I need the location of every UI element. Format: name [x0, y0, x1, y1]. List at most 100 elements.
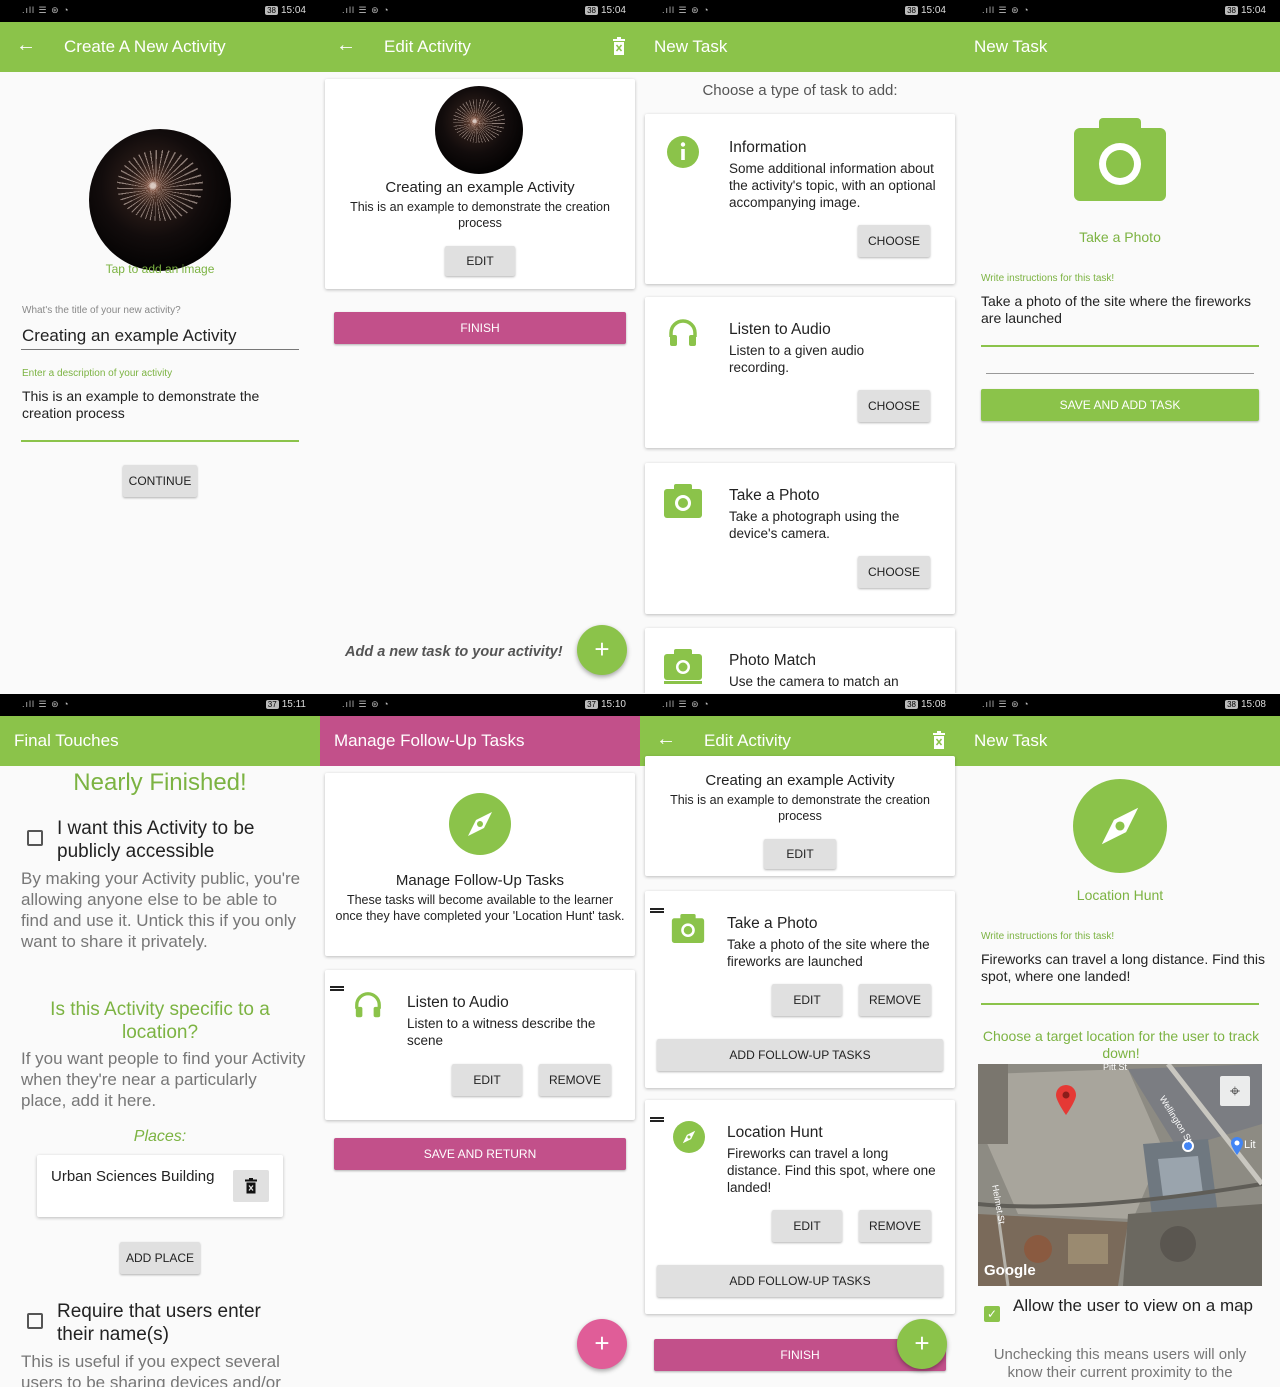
- instructions-input[interactable]: Fireworks can travel a long distance. Fi…: [981, 951, 1266, 985]
- screen-new-task-location: .ıll ☰ ⊛ ◔ 38 15:08 New Task Location Hun…: [960, 694, 1280, 1387]
- drag-handle-icon[interactable]: [650, 1117, 664, 1122]
- task-card: Location Hunt Fireworks can travel a lon…: [645, 1100, 955, 1314]
- save-and-add-task-button[interactable]: SAVE AND ADD TASK: [981, 389, 1259, 421]
- instructions-input[interactable]: Take a photo of the site where the firew…: [981, 293, 1266, 327]
- edit-activity-button[interactable]: EDIT: [764, 839, 836, 869]
- drag-handle-icon[interactable]: [650, 908, 664, 913]
- status-bar: .ıll ☰ ⊛ ◔ 38 15:04: [0, 0, 320, 22]
- location-heading: Is this Activity specific to a location?: [50, 999, 270, 1043]
- back-arrow-icon[interactable]: ←: [656, 728, 676, 751]
- add-task-fab[interactable]: +: [897, 1319, 947, 1369]
- description-input[interactable]: This is an example to demonstrate the cr…: [22, 388, 292, 422]
- add-task-fab[interactable]: +: [577, 625, 627, 675]
- back-arrow-icon[interactable]: ←: [336, 34, 356, 57]
- drag-handle-icon[interactable]: [330, 986, 344, 991]
- clock: 15:04: [280, 5, 306, 16]
- title-input[interactable]: Creating an example Activity: [22, 326, 237, 346]
- clock: 15:08: [1240, 699, 1266, 710]
- divider: [986, 373, 1254, 374]
- clock: 15:04: [600, 5, 626, 16]
- poi-marker-icon: [1230, 1136, 1244, 1156]
- task-type-name: Location Hunt: [1076, 887, 1164, 903]
- app-bar: Final Touches: [0, 716, 320, 766]
- camera-icon: [671, 914, 705, 943]
- public-label[interactable]: I want this Activity to be publicly acce…: [57, 817, 297, 863]
- delete-icon[interactable]: [612, 37, 626, 55]
- continue-button[interactable]: CONTINUE: [123, 465, 197, 497]
- clock: 15:04: [920, 5, 946, 16]
- edit-button[interactable]: EDIT: [452, 1064, 522, 1096]
- activity-image: [435, 86, 523, 174]
- status-bar: .ıll ☰ ⊛ ◔ 37 15:11: [0, 694, 320, 716]
- task-option-name: Photo Match: [729, 652, 817, 669]
- add-image-hint[interactable]: Tap to add an image: [0, 262, 320, 276]
- clock: 15:10: [600, 699, 626, 710]
- choose-button[interactable]: CHOOSE: [858, 390, 930, 422]
- description-input-underline: [21, 440, 299, 442]
- choose-button[interactable]: CHOOSE: [858, 225, 930, 257]
- compass-icon: [449, 793, 511, 855]
- task-type-name: Take a Photo: [1079, 229, 1161, 245]
- require-name-checkbox[interactable]: [27, 1313, 43, 1329]
- signal-icons: .ıll ☰ ⊛ ◔: [22, 699, 70, 709]
- edit-task-button[interactable]: EDIT: [772, 984, 842, 1016]
- allow-map-checkbox[interactable]: ✓: [984, 1306, 1000, 1322]
- my-location-icon[interactable]: ⌖: [1220, 1076, 1250, 1106]
- screen-edit-activity: .ıll ☰ ⊛ ◔ 38 15:04 ← Edit Activity Creat…: [320, 0, 640, 693]
- headphones-icon: [669, 319, 697, 346]
- remove-task-button[interactable]: REMOVE: [859, 1210, 931, 1242]
- map-poi-label: Lit: [1244, 1139, 1256, 1151]
- activity-image[interactable]: [89, 129, 231, 271]
- clock: 15:04: [1240, 5, 1266, 16]
- info-icon: [667, 136, 699, 168]
- require-name-label[interactable]: Require that users enter their name(s): [57, 1300, 297, 1346]
- add-follow-up-fab[interactable]: +: [577, 1319, 627, 1369]
- add-follow-up-tasks-button[interactable]: ADD FOLLOW-UP TASKS: [657, 1039, 943, 1071]
- screen-new-task-list: .ıll ☰ ⊛ ◔ 38 15:04 New Task Choose a typ…: [640, 0, 960, 693]
- status-bar: .ıll ☰ ⊛ ◔ 38 15:04: [640, 0, 960, 22]
- status-bar: .ıll ☰ ⊛ ◔ 38 15:04: [320, 0, 640, 22]
- remove-button[interactable]: REMOVE: [539, 1064, 611, 1096]
- save-and-return-button[interactable]: SAVE AND RETURN: [334, 1138, 626, 1170]
- map-street-label: Pitt St: [1103, 1064, 1128, 1072]
- camera-icon: [1074, 118, 1166, 201]
- allow-map-label[interactable]: Allow the user to view on a map: [1013, 1295, 1253, 1316]
- app-bar-title: Manage Follow-Up Tasks: [334, 731, 525, 750]
- screen-final-touches: .ıll ☰ ⊛ ◔ 37 15:11 Final Touches Nearly …: [0, 694, 320, 1387]
- battery-icon: 38: [905, 700, 918, 709]
- task-name: Listen to Audio: [407, 994, 509, 1011]
- screenshot-grid: .ıll ☰ ⊛ ◔ 38 15:04 ← Create A New Activi…: [0, 0, 1280, 1387]
- activity-description: This is an example to demonstrate the cr…: [670, 793, 930, 823]
- remove-place-button[interactable]: [233, 1170, 269, 1202]
- activity-card: Creating an example Activity This is an …: [645, 756, 955, 876]
- finish-button[interactable]: FINISH: [334, 312, 626, 344]
- battery-icon: 38: [585, 6, 598, 15]
- location-map[interactable]: ⌖ Lit Wellington St Helmet St Pitt St Go…: [978, 1064, 1262, 1286]
- map-pin-icon[interactable]: [1055, 1084, 1077, 1116]
- signal-icons: .ıll ☰ ⊛ ◔: [982, 699, 1030, 709]
- add-follow-up-tasks-button[interactable]: ADD FOLLOW-UP TASKS: [657, 1265, 943, 1297]
- back-arrow-icon[interactable]: ←: [16, 34, 36, 57]
- signal-icons: .ıll ☰ ⊛ ◔: [342, 5, 390, 15]
- edit-task-button[interactable]: EDIT: [772, 1210, 842, 1242]
- public-checkbox[interactable]: [27, 830, 43, 846]
- instructions-label: Write instructions for this task!: [981, 273, 1115, 284]
- remove-task-button[interactable]: REMOVE: [859, 984, 931, 1016]
- activity-title: Creating an example Activity: [705, 772, 895, 789]
- public-description: By making your Activity public, you're a…: [21, 869, 301, 951]
- battery-icon: 38: [905, 6, 918, 15]
- task-option-card: Photo Match Use the camera to match an: [645, 628, 955, 693]
- photo-match-icon: [664, 649, 702, 684]
- instructions-underline: [981, 345, 1259, 347]
- choose-button[interactable]: CHOOSE: [858, 556, 930, 588]
- title-label: What's the title of your new activity?: [22, 305, 181, 316]
- battery-icon: 38: [265, 6, 278, 15]
- task-option-description: Listen to a given audio recording.: [729, 343, 865, 375]
- places-label: Places:: [133, 1128, 187, 1145]
- location-description: If you want people to find your Activity…: [21, 1049, 306, 1110]
- add-place-button[interactable]: ADD PLACE: [120, 1242, 200, 1274]
- target-location-label: Choose a target location for the user to…: [982, 1028, 1260, 1061]
- delete-icon[interactable]: [932, 731, 946, 749]
- edit-button[interactable]: EDIT: [445, 246, 515, 276]
- screen-create-activity: .ıll ☰ ⊛ ◔ 38 15:04 ← Create A New Activi…: [0, 0, 320, 693]
